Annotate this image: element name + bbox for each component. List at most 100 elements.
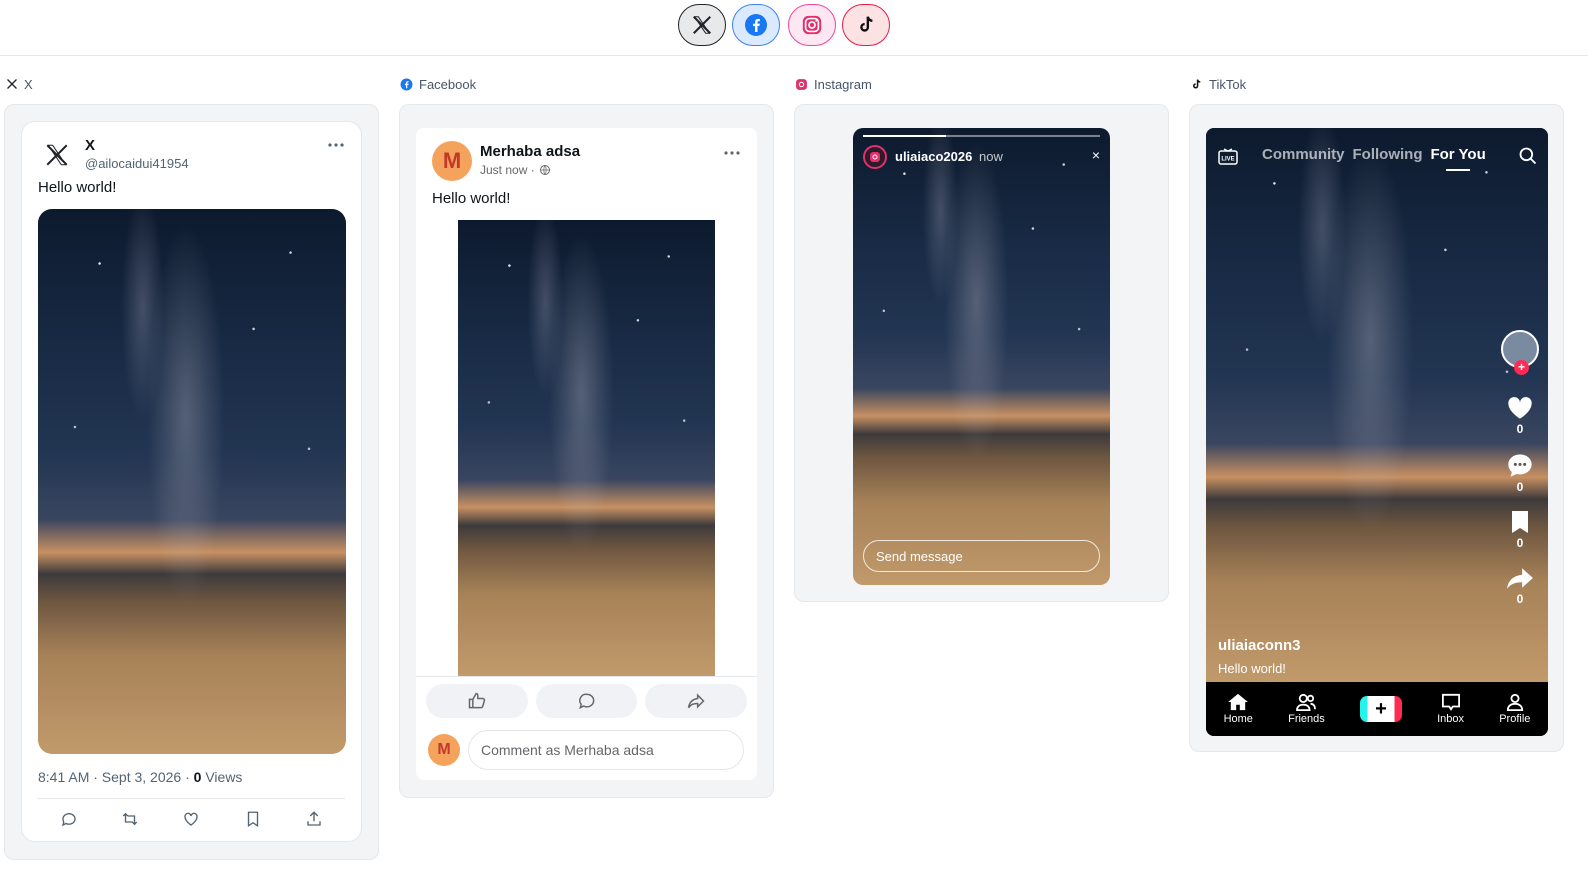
- instagram-story[interactable]: uliaiaco2026 now × Send message: [853, 128, 1110, 585]
- comment-button[interactable]: [535, 684, 638, 718]
- nav-inbox-label: Inbox: [1437, 713, 1465, 725]
- share-count: 0: [1516, 592, 1524, 606]
- search-icon[interactable]: [1518, 146, 1538, 166]
- create-button[interactable]: +: [1359, 696, 1402, 722]
- tiktok-caption: Hello world!: [1218, 661, 1286, 676]
- tab-following[interactable]: Following: [1353, 146, 1423, 163]
- svg-text:LIVE: LIVE: [1221, 157, 1234, 163]
- story-time: now: [979, 149, 1003, 164]
- x-post-time: 8:41 AM · Sept 3, 2026 ·: [38, 769, 194, 785]
- close-icon[interactable]: ×: [1092, 147, 1100, 163]
- divider: [416, 676, 757, 677]
- like-icon[interactable]: [182, 810, 200, 828]
- like-button[interactable]: [426, 684, 528, 718]
- nav-inbox[interactable]: Inbox: [1437, 693, 1464, 725]
- tiktok-label-text: TikTok: [1209, 76, 1247, 92]
- tiktok-feed-tabs: Community Following For You: [1262, 146, 1486, 171]
- instagram-icon: [802, 15, 822, 35]
- thumbs-up-icon: [468, 692, 486, 709]
- facebook-post-time: Just now ·: [480, 163, 535, 177]
- x-platform-button[interactable]: [678, 4, 726, 46]
- comment-input[interactable]: Comment as Merhaba adsa: [468, 730, 744, 770]
- x-avatar: [44, 142, 70, 168]
- facebook-post-image[interactable]: [458, 220, 715, 676]
- facebook-post-meta: Just now ·: [480, 163, 551, 177]
- share-arrow-icon: [687, 693, 705, 709]
- instagram-label-text: Instagram: [814, 76, 872, 92]
- follow-plus-icon[interactable]: +: [1514, 360, 1529, 375]
- facebook-platform-button[interactable]: [732, 4, 780, 46]
- instagram-icon: [870, 152, 880, 162]
- instagram-icon: [796, 78, 807, 90]
- x-column-label: X: [6, 76, 33, 92]
- comment-icon[interactable]: [1506, 452, 1534, 478]
- nav-profile[interactable]: Profile: [1499, 693, 1530, 725]
- avatar[interactable]: M: [432, 141, 472, 181]
- x-views-label: Views: [201, 769, 243, 785]
- instagram-column-label: Instagram: [795, 76, 872, 92]
- tiktok-phone-preview: LIVE Community Following For You + 0 0 0…: [1206, 128, 1548, 736]
- tiktok-icon: [860, 16, 873, 32]
- story-progress-bar: [863, 135, 1100, 137]
- tab-for-you[interactable]: For You: [1430, 146, 1486, 171]
- comment-icon: [578, 693, 594, 710]
- facebook-label-text: Facebook: [419, 76, 477, 92]
- globe-icon: [539, 165, 550, 175]
- platform-selector: [0, 0, 1588, 56]
- facebook-post-text: Hello world!: [432, 190, 511, 207]
- tiktok-bottom-nav: Home Friends + Inbox Profile: [1206, 682, 1548, 736]
- x-label-text: X: [24, 76, 33, 92]
- like-count: 0: [1516, 422, 1524, 436]
- divider: [38, 798, 345, 799]
- avatar[interactable]: [863, 145, 887, 169]
- reply-icon[interactable]: [60, 810, 78, 828]
- facebook-icon: [745, 14, 767, 36]
- x-post-text: Hello world!: [38, 179, 117, 196]
- x-action-bar: [38, 810, 345, 828]
- more-options-icon[interactable]: [723, 150, 741, 156]
- home-icon: [1228, 693, 1249, 711]
- share-button[interactable]: [645, 684, 748, 718]
- inbox-icon: [1441, 693, 1460, 711]
- instagram-username[interactable]: uliaiaco2026: [895, 149, 972, 164]
- tiktok-username[interactable]: uliaiaconn3: [1218, 637, 1301, 654]
- x-logo-icon: [693, 16, 711, 34]
- x-logo-icon: [46, 144, 68, 166]
- comment-count: 0: [1516, 480, 1524, 494]
- nav-home-label: Home: [1223, 713, 1253, 725]
- facebook-column-label: Facebook: [400, 76, 476, 92]
- nav-profile-label: Profile: [1499, 713, 1531, 725]
- x-display-name: X: [85, 137, 96, 154]
- tiktok-side-actions: + 0 0 0 0: [1500, 330, 1540, 622]
- facebook-post-card: M Merhaba adsa Just now · Hello world! M…: [416, 128, 757, 780]
- facebook-author-name[interactable]: Merhaba adsa: [480, 143, 580, 160]
- friends-icon: [1296, 693, 1317, 711]
- live-icon[interactable]: LIVE: [1218, 148, 1238, 166]
- bookmark-count: 0: [1516, 536, 1524, 550]
- x-post-image[interactable]: [38, 209, 346, 754]
- share-icon[interactable]: [305, 810, 323, 828]
- send-message-input[interactable]: Send message: [863, 540, 1100, 572]
- x-post-meta: 8:41 AM · Sept 3, 2026 · 0 Views: [38, 769, 242, 785]
- tiktok-column-label: TikTok: [1190, 76, 1246, 92]
- nav-home[interactable]: Home: [1224, 693, 1253, 725]
- retweet-icon[interactable]: [121, 810, 139, 828]
- profile-icon: [1506, 693, 1523, 711]
- tiktok-icon: [1193, 78, 1201, 88]
- share-icon[interactable]: [1506, 566, 1534, 590]
- bookmark-icon[interactable]: [1509, 510, 1531, 534]
- avatar[interactable]: +: [1501, 330, 1539, 375]
- tab-community[interactable]: Community: [1262, 146, 1345, 163]
- nav-friends-label: Friends: [1288, 713, 1325, 725]
- instagram-platform-button[interactable]: [788, 4, 836, 46]
- x-handle: @ailocaidui41954: [85, 156, 189, 171]
- x-post-card: X @ailocaidui41954 Hello world! 8:41 AM …: [21, 121, 362, 842]
- heart-icon[interactable]: [1506, 394, 1534, 420]
- tiktok-platform-button[interactable]: [842, 4, 890, 46]
- facebook-icon: [400, 78, 413, 90]
- facebook-action-bar: [426, 684, 748, 718]
- bookmark-icon[interactable]: [244, 810, 262, 828]
- tiktok-video[interactable]: [1206, 128, 1548, 682]
- more-options-icon[interactable]: [327, 142, 345, 148]
- nav-friends[interactable]: Friends: [1288, 693, 1325, 725]
